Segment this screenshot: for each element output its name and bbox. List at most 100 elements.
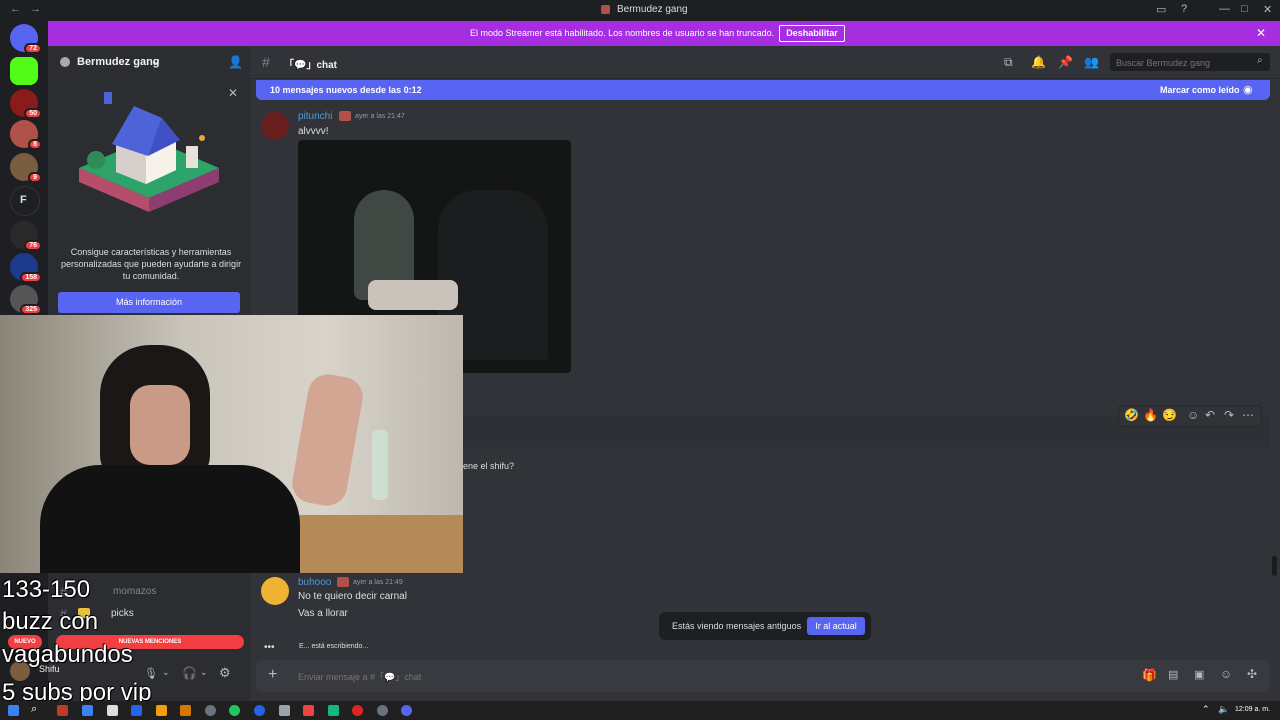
message-author[interactable]: buhooo [298,577,331,588]
overlay-line-2: buzz con [2,608,99,635]
search-icon[interactable]: ⌕ [31,703,37,716]
search-box[interactable]: ⌕ [1110,53,1270,71]
add-member-icon[interactable]: 👤 [228,55,243,69]
chevron-down-icon[interactable]: ⌄ [152,56,160,67]
channel-picks[interactable]: picks [111,608,134,619]
app-icon[interactable] [328,705,339,716]
forward-icon[interactable]: ↷ [1224,408,1234,422]
inbox-icon[interactable]: ▭ [1156,3,1166,16]
app-icon[interactable] [57,705,68,716]
old-messages-notice: Estás viendo mensajes antiguos Ir al act… [659,612,871,640]
settings-gear-icon[interactable]: ⚙ [219,665,231,681]
discord-icon[interactable] [401,705,412,716]
server-icon[interactable]: 8 [10,120,42,150]
mention-badge: 8 [28,139,42,150]
server-icon[interactable]: 325 [10,285,42,315]
message-composer: + 🎁 ▤ ▣ ☺ ✣ [256,660,1270,692]
person-face [130,385,190,465]
avatar[interactable] [261,112,289,140]
back-arrow-icon[interactable]: ← [10,3,21,15]
chevron-down-icon[interactable]: ⌄ [200,667,208,678]
server-icon[interactable]: F [10,186,40,216]
app-icon[interactable] [377,705,388,716]
disable-streamer-button[interactable]: Deshabilitar [779,25,845,42]
server-icon[interactable]: 158 [10,253,42,283]
reply-icon[interactable]: ↶ [1205,408,1215,422]
message-input[interactable] [296,668,900,686]
app-icon[interactable] [279,705,290,716]
app-icon[interactable] [131,705,142,716]
reaction-laugh-icon[interactable]: 🤣 [1124,408,1139,422]
emoji-icon[interactable]: ☺ [1220,667,1232,681]
server-icon[interactable]: 76 [10,221,42,251]
pin-icon[interactable]: 📌 [1058,55,1073,69]
app-icon[interactable] [254,705,265,716]
server-icon[interactable]: 50 [10,89,42,119]
server-icon [601,5,610,14]
windows-start-icon[interactable] [8,705,19,716]
gif-icon[interactable]: ▤ [1168,668,1178,681]
desk-surface [290,515,463,573]
message-author[interactable]: pitunchi [298,111,332,122]
role-icon [339,111,351,121]
mark-as-read-button[interactable]: Marcar como leído [1160,85,1240,95]
attach-plus-icon[interactable]: + [268,666,277,684]
chevron-down-icon[interactable]: ⌄ [162,667,170,678]
app-icon[interactable] [180,705,191,716]
typing-indicator: E... está escribiendo... [299,643,369,650]
message-timestamp: ayer a las 21:49 [353,579,403,586]
reaction-smile-icon[interactable]: 😏 [1162,408,1177,422]
bell-icon[interactable]: 🔔 [1031,55,1046,69]
minimize-icon[interactable]: — [1219,3,1230,15]
chat-scrollbar[interactable] [1272,556,1277,576]
search-icon: ⌕ [1257,55,1263,66]
close-window-icon[interactable]: ✕ [1263,3,1272,16]
sticker-icon[interactable]: ▣ [1194,668,1204,681]
server-icon[interactable] [10,57,38,85]
app-icon[interactable] [205,705,216,716]
mention-badge: 9 [28,172,42,183]
server-icon[interactable]: 72 [10,24,42,54]
folder-icon[interactable] [156,705,167,716]
clock[interactable]: 12:09 a. m. [1235,706,1270,713]
apps-icon[interactable]: ✣ [1247,667,1257,681]
house-illustration-icon [79,92,219,212]
typing-dots-icon: ••• [264,642,275,653]
avatar[interactable] [261,577,289,605]
tray-chevron-icon[interactable]: ⌃ [1202,704,1210,715]
headphones-icon[interactable]: 🎧 [182,666,197,680]
new-messages-bar[interactable]: 10 mensajes nuevos desde las 0:12 Marcar… [256,80,1270,100]
jump-to-present-button[interactable]: Ir al actual [807,617,865,635]
message-text: alvvvv! [298,126,329,137]
chrome-icon[interactable] [229,705,240,716]
reaction-fire-icon[interactable]: 🔥 [1143,408,1158,422]
app-icon[interactable] [107,705,118,716]
server-letter: F [20,194,27,206]
new-messages-text: 10 mensajes nuevos desde las 0:12 [270,85,422,95]
server-icon[interactable]: 9 [10,153,42,183]
water-bottle [372,430,388,500]
help-icon[interactable]: ? [1181,3,1187,15]
overlay-line-1: 133-150 [2,576,91,603]
forward-arrow-icon[interactable]: → [30,3,41,15]
threads-icon[interactable]: ⧉ [1004,55,1013,70]
close-promo-icon[interactable]: ✕ [228,86,238,100]
app-icon[interactable] [303,705,314,716]
members-icon[interactable]: 👥 [1084,55,1099,69]
search-input[interactable] [1114,55,1248,71]
guild-name[interactable]: Bermudez gang [77,56,160,68]
guild-icon [60,57,70,67]
more-options-icon[interactable]: ⋯ [1242,408,1254,422]
app-icon[interactable] [82,705,93,716]
message-text: No te quiero decir carnal [298,591,407,602]
add-reaction-icon[interactable]: ☺ [1187,408,1199,422]
close-banner-icon[interactable]: ✕ [1256,26,1266,40]
volume-icon[interactable]: 🔈 [1218,704,1229,715]
more-info-button[interactable]: Más información [58,292,240,313]
mark-read-icon: ◉ [1243,84,1253,96]
maximize-icon[interactable]: □ [1241,3,1248,15]
role-icon [337,577,349,587]
opera-icon[interactable] [352,705,363,716]
gift-icon[interactable]: 🎁 [1142,668,1157,682]
channel-momazos[interactable]: momazos [113,586,156,597]
